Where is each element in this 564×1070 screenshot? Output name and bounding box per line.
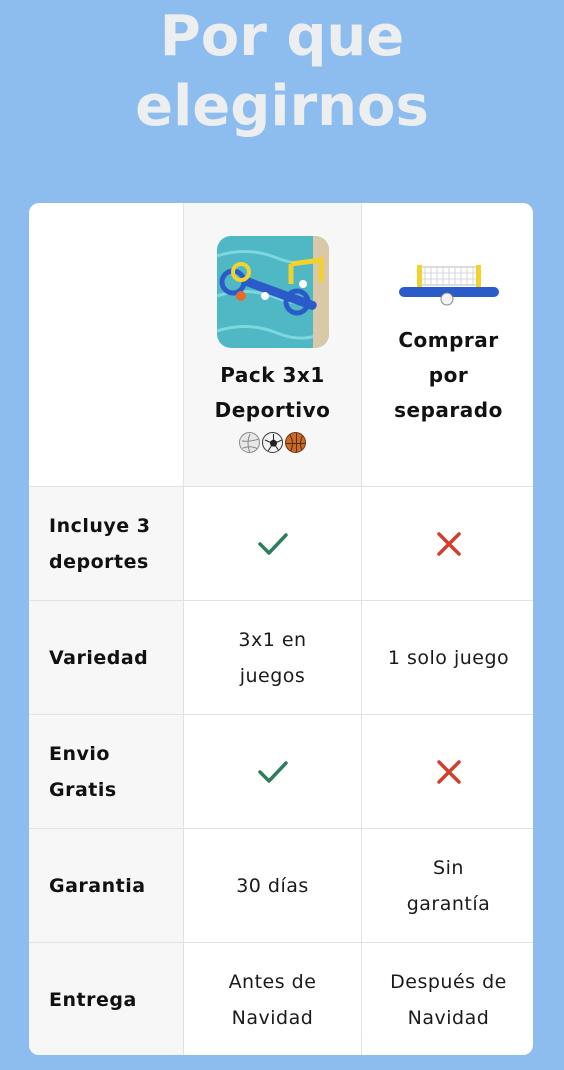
our-value-line-2: Navidad [231, 1006, 314, 1029]
row-label-line-1: Incluye 3 [49, 514, 151, 537]
our-value-line-1: 3x1 en [238, 628, 307, 651]
other-option-header: Comprar por separado [361, 203, 533, 487]
table-row: Entrega Antes de Navidad Después de Navi… [29, 942, 533, 1055]
our-value-cell [183, 486, 362, 601]
our-value-cell [183, 714, 362, 829]
empty-header-cell [29, 203, 184, 487]
table-header-row: Pack 3x1 Deportivo Comprar por separado [29, 203, 533, 487]
row-label: Envio Gratis [29, 714, 184, 829]
our-product-name-line-1: Pack 3x1 [220, 363, 325, 387]
our-value-cell: 3x1 en juegos [183, 600, 362, 715]
row-label-line-1: Envio [49, 742, 110, 765]
table-row: Incluye 3 deportes [29, 486, 533, 601]
our-value-line-1: Antes de [228, 970, 317, 993]
table-row: Garantia 30 días Sin garantía [29, 828, 533, 943]
our-value-line-2: juegos [239, 664, 306, 687]
row-label-line-1: Variedad [49, 646, 149, 669]
row-label-line-1: Entrega [49, 988, 137, 1011]
row-label-line-1: Garantia [49, 874, 146, 897]
row-label: Garantia [29, 828, 184, 943]
other-value-cell [361, 714, 533, 829]
other-option-name-line-1: Comprar [398, 328, 499, 352]
comparison-table: Pack 3x1 Deportivo Comprar por separado … [29, 203, 533, 1055]
sports-balls [184, 432, 361, 453]
page-title: Por que elegirnos [0, 2, 564, 142]
volleyball-icon [239, 432, 260, 453]
basketball-icon [285, 432, 306, 453]
other-value-line-1: Sin [433, 856, 464, 879]
row-label-line-2: Gratis [49, 778, 117, 801]
check-icon [257, 760, 288, 783]
row-label: Entrega [29, 942, 184, 1055]
cross-icon [436, 759, 461, 784]
other-value-cell [361, 486, 533, 601]
row-label-line-2: deportes [49, 550, 149, 573]
other-option-name-line-2: por [428, 363, 469, 387]
our-value-cell: 30 días [183, 828, 362, 943]
table-row: Envio Gratis [29, 714, 533, 829]
check-icon [257, 532, 288, 555]
our-product-header: Pack 3x1 Deportivo [183, 203, 362, 487]
other-value-line-2: Navidad [407, 1006, 490, 1029]
other-value-cell: 1 solo juego [361, 600, 533, 715]
our-value-line-1: 30 días [236, 874, 309, 897]
other-value-line-1: 1 solo juego [387, 646, 510, 669]
pool-volleyball-net-image [392, 261, 505, 309]
other-value-line-1: Después de [390, 970, 507, 993]
pool-games-pack-image [216, 236, 329, 348]
table-row: Variedad 3x1 en juegos 1 solo juego [29, 600, 533, 715]
our-value-cell: Antes de Navidad [183, 942, 362, 1055]
row-label: Incluye 3 deportes [29, 486, 184, 601]
our-product-name-line-2: Deportivo [214, 398, 331, 422]
other-value-line-2: garantía [406, 892, 491, 915]
other-value-cell: Después de Navidad [361, 942, 533, 1055]
other-option-name-line-3: separado [394, 398, 503, 422]
our-product-name: Pack 3x1 Deportivo [184, 358, 361, 428]
title-line-1: Por que [159, 4, 405, 69]
soccer-ball-icon [262, 432, 283, 453]
cross-icon [436, 531, 461, 556]
other-value-cell: Sin garantía [361, 828, 533, 943]
other-option-name: Comprar por separado [362, 323, 533, 428]
title-line-2: elegirnos [135, 74, 429, 139]
row-label: Variedad [29, 600, 184, 715]
